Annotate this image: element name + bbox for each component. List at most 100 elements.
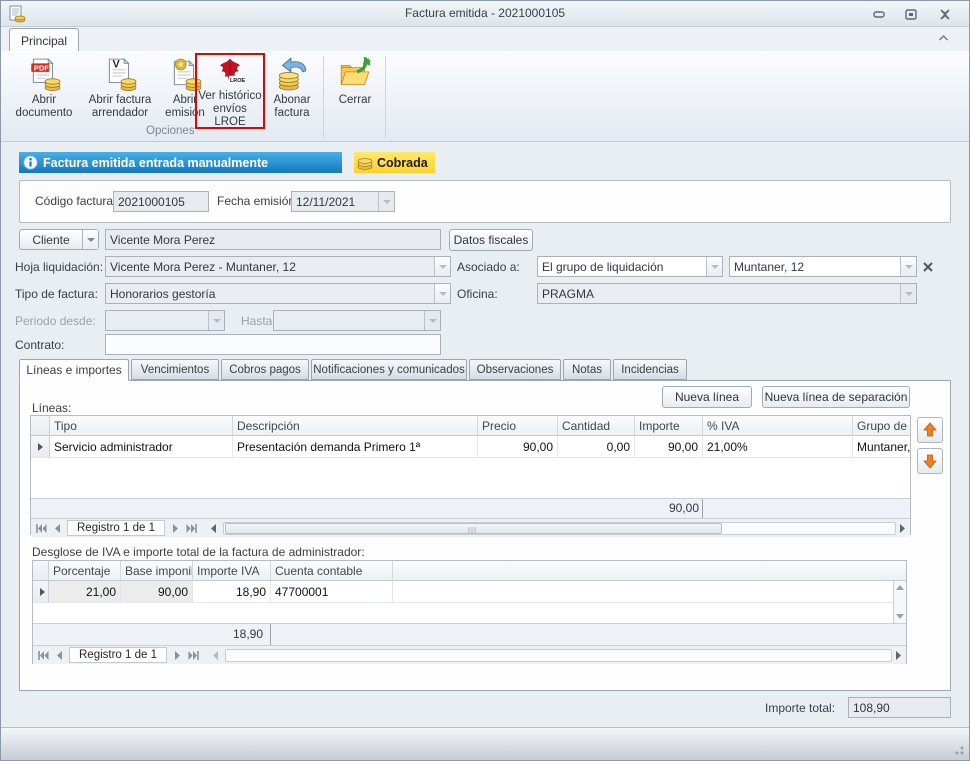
cell-tipo[interactable]: Servicio administrador bbox=[50, 436, 233, 458]
hoja-liquidacion-dropdown[interactable]: Vicente Mora Perez - Muntaner, 12 bbox=[105, 256, 451, 277]
tab-lineas-importes[interactable]: Líneas e importes bbox=[19, 359, 129, 381]
tab-notas[interactable]: Notas bbox=[563, 359, 611, 380]
paid-badge: Cobrada bbox=[354, 152, 435, 173]
row-indicator-header bbox=[33, 561, 49, 581]
tab-vencimientos[interactable]: Vencimientos bbox=[131, 359, 219, 380]
cell-grupo[interactable]: Muntaner, 12 bbox=[853, 436, 910, 458]
arrow-down-icon bbox=[922, 453, 938, 469]
column-header-importe-iva[interactable]: Importe IVA bbox=[193, 561, 271, 581]
scrollbar-thumb[interactable] bbox=[225, 523, 722, 534]
lines-total-value: 90,00 bbox=[669, 501, 699, 515]
ribbon-band: PDF Abrirdocumento V Abrir facturaarrend… bbox=[1, 51, 969, 142]
prev-record-button[interactable] bbox=[49, 521, 65, 535]
vertical-scrollbar[interactable] bbox=[893, 581, 906, 623]
column-header-cantidad[interactable]: Cantidad bbox=[558, 416, 635, 436]
tab-observaciones[interactable]: Observaciones bbox=[469, 359, 561, 380]
nueva-linea-separacion-button[interactable]: Nueva línea de separación bbox=[762, 386, 910, 408]
abonar-factura-button[interactable]: Abonarfactura bbox=[267, 55, 317, 129]
chevron-down-icon bbox=[900, 284, 916, 303]
table-row[interactable]: Servicio administrador Presentación dema… bbox=[31, 436, 910, 458]
cell-cuenta[interactable]: 47700001 bbox=[271, 581, 393, 603]
cell-base[interactable]: 90,00 bbox=[121, 581, 193, 603]
cliente-split-button[interactable]: Cliente bbox=[19, 229, 99, 250]
record-counter: Registro 1 de 1 bbox=[67, 520, 165, 536]
v-document-coins-icon: V bbox=[103, 57, 137, 91]
ribbon-separator bbox=[323, 56, 324, 138]
scroll-left-button[interactable] bbox=[207, 648, 223, 662]
scroll-right-button[interactable] bbox=[890, 648, 906, 662]
cell-importe-iva[interactable]: 18,90 bbox=[193, 581, 271, 603]
abrir-documento-button[interactable]: PDF Abrirdocumento bbox=[11, 55, 77, 129]
column-header-iva[interactable]: % IVA bbox=[703, 416, 853, 436]
pdf-document-coins-icon: PDF bbox=[27, 57, 61, 91]
clear-asociado-button[interactable] bbox=[919, 256, 937, 277]
column-header-grupo[interactable]: Grupo de liquidación bbox=[853, 416, 910, 436]
scroll-right-button[interactable] bbox=[894, 521, 910, 535]
importe-total-field[interactable]: 108,90 bbox=[848, 697, 951, 718]
abrir-factura-arrendador-button[interactable]: V Abrir facturaarrendador bbox=[79, 55, 161, 129]
svg-text:PDF: PDF bbox=[34, 63, 49, 72]
next-record-button[interactable] bbox=[167, 521, 183, 535]
periodo-hasta-dropdown[interactable] bbox=[273, 310, 441, 331]
cerrar-button[interactable]: Cerrar bbox=[331, 55, 379, 129]
contrato-field[interactable] bbox=[105, 334, 441, 355]
next-record-button[interactable] bbox=[169, 648, 185, 662]
status-bar bbox=[1, 727, 969, 760]
periodo-desde-dropdown[interactable] bbox=[105, 310, 225, 331]
column-header-importe[interactable]: Importe bbox=[635, 416, 703, 436]
fecha-emision-dropdown[interactable]: 12/11/2021 bbox=[291, 191, 395, 212]
last-record-button[interactable] bbox=[183, 521, 199, 535]
ver-historico-lroe-button[interactable]: LROE Ver históricoenvíos LROE bbox=[197, 55, 263, 129]
importe-total-label: Importe total: bbox=[765, 701, 835, 715]
column-header-precio[interactable]: Precio bbox=[478, 416, 558, 436]
oficina-dropdown[interactable]: PRAGMA bbox=[537, 283, 917, 304]
prev-record-button[interactable] bbox=[51, 648, 67, 662]
cell-porcentaje[interactable]: 21,00 bbox=[49, 581, 121, 603]
tab-incidencias[interactable]: Incidencias bbox=[613, 359, 687, 380]
minimize-button[interactable] bbox=[865, 5, 893, 23]
cell-precio[interactable]: 90,00 bbox=[478, 436, 558, 458]
tab-principal[interactable]: Principal bbox=[9, 28, 79, 52]
button-label: Abrir facturaarrendador bbox=[89, 94, 152, 120]
horizontal-scrollbar[interactable] bbox=[223, 522, 896, 535]
invoice-header-box: Código factura: 2021000105 Fecha emisión… bbox=[19, 180, 951, 223]
chevron-down-icon bbox=[434, 284, 450, 303]
scroll-down-button[interactable] bbox=[894, 610, 906, 623]
lines-total-row: 90,00 bbox=[31, 498, 910, 518]
ribbon-collapse-icon[interactable] bbox=[929, 29, 957, 47]
move-line-down-button[interactable] bbox=[917, 448, 943, 474]
first-record-button[interactable] bbox=[33, 521, 49, 535]
resize-grip[interactable] bbox=[954, 745, 964, 755]
tipo-factura-label: Tipo de factura: bbox=[15, 287, 98, 301]
grid-empty-area bbox=[33, 603, 906, 623]
cell-iva[interactable]: 21,00% bbox=[703, 436, 853, 458]
cell-cantidad[interactable]: 0,00 bbox=[558, 436, 635, 458]
asociado-detalle-dropdown[interactable]: Muntaner, 12 bbox=[729, 256, 917, 277]
tab-cobros-pagos[interactable]: Cobros pagos bbox=[221, 359, 309, 380]
column-header-porcentaje[interactable]: Porcentaje bbox=[49, 561, 121, 581]
coins-refund-arrow-icon bbox=[275, 57, 309, 91]
table-row[interactable]: 21,00 90,00 18,90 47700001 bbox=[33, 581, 906, 603]
maximize-button[interactable] bbox=[897, 5, 925, 23]
row-indicator bbox=[31, 436, 50, 458]
last-record-button[interactable] bbox=[185, 648, 201, 662]
cell-importe[interactable]: 90,00 bbox=[635, 436, 703, 458]
scroll-left-button[interactable] bbox=[205, 521, 221, 535]
tab-notificaciones[interactable]: Notificaciones y comunicados bbox=[311, 359, 467, 380]
cell-descripcion[interactable]: Presentación demanda Primero 1ª bbox=[233, 436, 478, 458]
close-button[interactable] bbox=[931, 5, 959, 23]
tipo-factura-dropdown[interactable]: Honorarios gestoría bbox=[105, 283, 451, 304]
codigo-factura-field[interactable]: 2021000105 bbox=[113, 191, 209, 212]
column-header-base[interactable]: Base imponible bbox=[121, 561, 193, 581]
datos-fiscales-button[interactable]: Datos fiscales bbox=[449, 229, 533, 251]
nueva-linea-button[interactable]: Nueva línea bbox=[662, 386, 752, 408]
cliente-name-field[interactable]: Vicente Mora Perez bbox=[105, 229, 441, 250]
first-record-button[interactable] bbox=[35, 648, 51, 662]
asociado-grupo-dropdown[interactable]: El grupo de liquidación bbox=[537, 256, 723, 277]
horizontal-scrollbar[interactable] bbox=[225, 649, 892, 662]
scroll-up-button[interactable] bbox=[894, 581, 906, 594]
column-header-descripcion[interactable]: Descripción bbox=[233, 416, 478, 436]
move-line-up-button[interactable] bbox=[917, 417, 943, 443]
column-header-tipo[interactable]: Tipo bbox=[50, 416, 233, 436]
column-header-cuenta[interactable]: Cuenta contable bbox=[271, 561, 393, 581]
